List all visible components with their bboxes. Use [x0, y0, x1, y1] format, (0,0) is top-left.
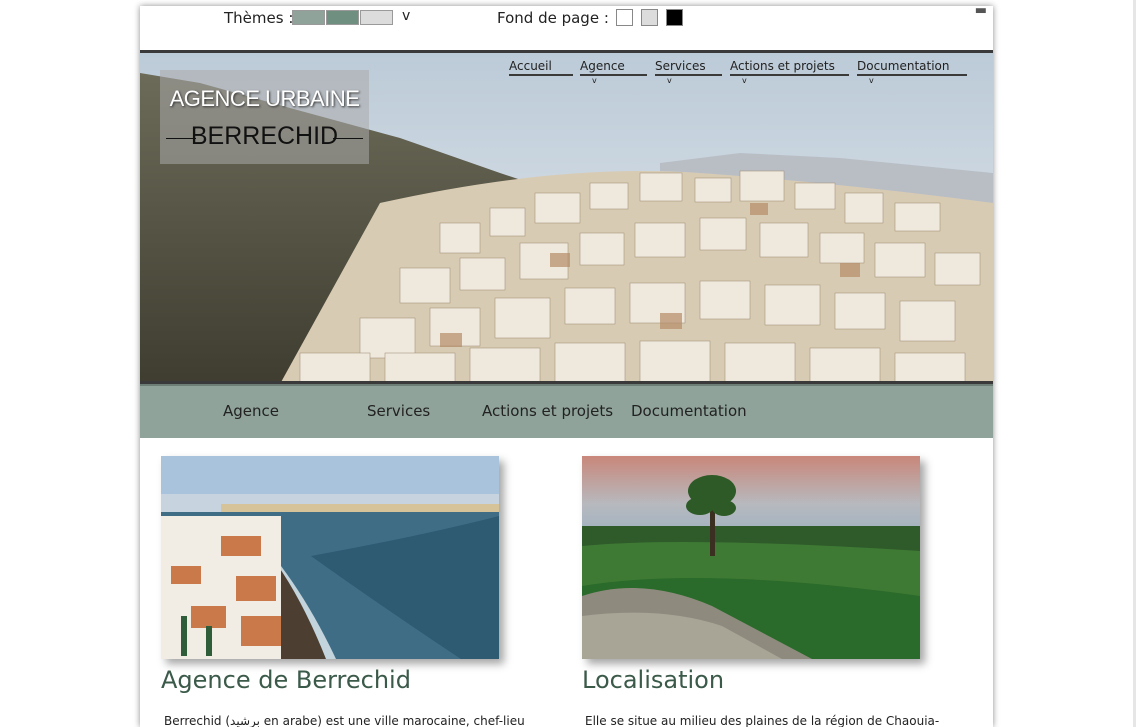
logo-city: BERRECHID	[190, 122, 339, 150]
card-title-localisation[interactable]: Localisation	[582, 666, 724, 694]
topnav-label: Actions et projets	[730, 59, 849, 76]
main-navigation: Agence Services Actions et projets Docum…	[140, 384, 993, 438]
background-label: Fond de page :	[497, 9, 609, 27]
topnav-label: Documentation	[857, 59, 967, 76]
site-logo[interactable]: AGENCE URBAINE BERRECHID	[160, 70, 369, 164]
chevron-down-icon: v	[869, 76, 874, 85]
topnav-item-agence[interactable]: Agence v	[580, 59, 647, 85]
background-options	[616, 9, 691, 26]
collapse-icon[interactable]: ▬	[975, 6, 987, 17]
nav-item-services[interactable]: Services	[367, 402, 430, 420]
logo-title: AGENCE URBAINE	[169, 86, 360, 111]
topnav-label: Accueil	[509, 59, 573, 76]
card-text-agence: Berrechid (برشيد en arabe) est une ville…	[164, 714, 525, 727]
topnav-item-services[interactable]: Services v	[655, 59, 722, 85]
chevron-down-icon: v	[667, 76, 672, 85]
topnav-label: Agence	[580, 59, 647, 76]
theme-swatch-2[interactable]	[326, 10, 359, 25]
theme-swatches	[292, 10, 394, 25]
topnav-label: Services	[655, 59, 722, 76]
agence-photo[interactable]	[161, 456, 499, 659]
background-option-black[interactable]	[666, 9, 683, 26]
theme-swatch-1[interactable]	[292, 10, 325, 25]
topnav-item-documentation[interactable]: Documentation v	[857, 59, 967, 85]
themes-dropdown-chevron-icon[interactable]: v	[402, 8, 410, 24]
settings-bar: Thèmes : v Fond de page : ▬	[140, 6, 993, 53]
card-title-agence[interactable]: Agence de Berrechid	[161, 666, 411, 694]
card-text-localisation: Elle se situe au milieu des plaines de l…	[585, 714, 940, 727]
nav-item-agence[interactable]: Agence	[223, 402, 279, 420]
background-option-grey[interactable]	[641, 9, 658, 26]
theme-swatch-3[interactable]	[360, 10, 393, 25]
nav-item-actions-projets[interactable]: Actions et projets	[482, 402, 613, 420]
hero-banner: AGENCE URBAINE BERRECHID Accueil Agence …	[140, 53, 993, 384]
topnav-item-actions-projets[interactable]: Actions et projets v	[730, 59, 849, 85]
topnav-item-accueil[interactable]: Accueil	[509, 59, 573, 76]
nav-item-documentation[interactable]: Documentation	[631, 402, 747, 420]
page-container: Thèmes : v Fond de page : ▬ AGENCE URBAI…	[140, 6, 993, 727]
chevron-down-icon: v	[742, 76, 747, 85]
logo-rule-right	[333, 138, 363, 139]
localisation-photo[interactable]	[582, 456, 920, 659]
background-option-white[interactable]	[616, 9, 633, 26]
themes-label: Thèmes :	[224, 9, 294, 27]
chevron-down-icon: v	[592, 76, 597, 85]
